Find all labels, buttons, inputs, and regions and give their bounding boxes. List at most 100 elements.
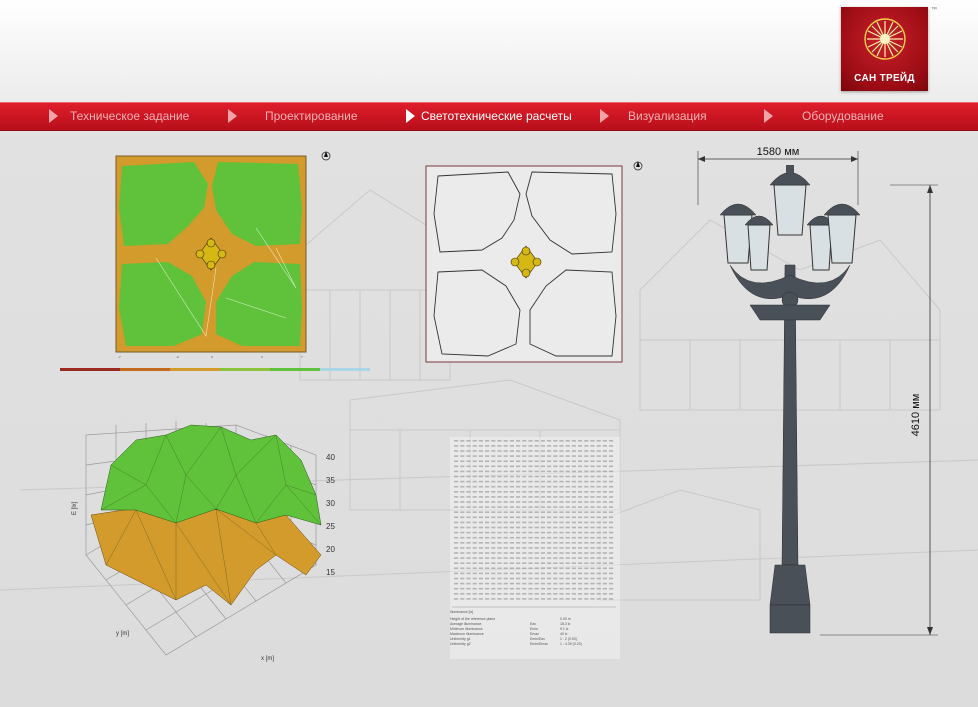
- grid-value-cell: [472, 485, 477, 488]
- grid-value-cell: [540, 572, 545, 575]
- brand-logo[interactable]: ™ САН ТРЕЙД: [841, 7, 937, 91]
- grid-value-cell: [466, 572, 471, 575]
- grid-value-cell: [565, 557, 570, 559]
- grid-value-cell: [602, 542, 607, 544]
- grid-value-cell: [578, 455, 583, 457]
- nav-item-equipment[interactable]: Оборудование: [802, 103, 884, 130]
- grid-value-cell: [584, 536, 589, 539]
- svg-text:25: 25: [326, 522, 335, 531]
- grid-value-cell: [578, 480, 583, 483]
- grid-value-cell: [454, 501, 459, 503]
- grid-value-cell: [571, 526, 576, 529]
- grid-value-cell: [565, 470, 570, 473]
- grid-value-cell: [522, 526, 527, 529]
- grid-value-cell: [522, 562, 527, 564]
- nav-item-design[interactable]: Проектирование: [265, 103, 358, 130]
- grid-value-cell: [503, 511, 508, 513]
- grid-value-cell: [609, 531, 614, 534]
- grid-value-cell: [571, 598, 576, 600]
- grid-value-cell: [602, 526, 607, 529]
- grid-value-cell: [472, 552, 477, 554]
- grid-value-cell: [528, 450, 533, 452]
- grid-value-cell: [454, 516, 459, 519]
- grid-value-cell: [497, 598, 502, 600]
- grid-value-cell: [553, 465, 558, 468]
- grid-value-cell: [491, 567, 496, 570]
- nav-item-visualization[interactable]: Визуализация: [628, 103, 707, 130]
- grid-value-cell: [497, 536, 502, 539]
- svg-text:35: 35: [326, 476, 335, 485]
- grid-value-cell: [460, 440, 465, 442]
- grid-value-cell: [466, 491, 471, 493]
- grid-value-cell: [571, 501, 576, 503]
- grid-value-cell: [609, 542, 614, 544]
- grid-value-cell: [602, 506, 607, 508]
- grid-value-cell: [466, 506, 471, 508]
- grid-value-cell: [491, 450, 496, 452]
- grid-value-cell: [528, 521, 533, 524]
- grid-value-cell: [485, 552, 490, 554]
- grid-value-cell: [460, 582, 465, 585]
- y-axis-label: y [m]: [116, 631, 129, 637]
- nav-item-lighting-calculations[interactable]: Светотехнические расчеты: [421, 103, 572, 130]
- grid-value-cell: [509, 582, 514, 585]
- grid-value-cell: [509, 587, 514, 590]
- grid-value-cell: [559, 455, 564, 457]
- grid-value-cell: [602, 567, 607, 570]
- grid-value-cell: [578, 511, 583, 513]
- grid-value-cell: [472, 567, 477, 570]
- grid-value-cell: [578, 552, 583, 554]
- grid-value-cell: [578, 547, 583, 549]
- grid-value-cell: [534, 501, 539, 503]
- grid-value-cell: [454, 536, 459, 539]
- grid-value-cell: [485, 480, 490, 483]
- grid-value-cell: [485, 440, 490, 442]
- grid-value-cell: [509, 470, 514, 473]
- grid-value-cell: [534, 567, 539, 570]
- grid-value-cell: [590, 450, 595, 452]
- grid-value-cell: [547, 526, 552, 529]
- grid-value-cell: [553, 475, 558, 478]
- grid-value-cell: [503, 491, 508, 493]
- grid-value-cell: [516, 470, 521, 473]
- grid-value-cell: [596, 552, 601, 554]
- grid-value-cell: [547, 567, 552, 570]
- grid-value-cell: [559, 511, 564, 513]
- grid-value-cell: [478, 577, 483, 580]
- grid-value-cell: [491, 577, 496, 580]
- grid-value-cell: [509, 501, 514, 503]
- grid-value-cell: [584, 475, 589, 478]
- grid-value-cell: [559, 542, 564, 544]
- grid-value-cell: [534, 598, 539, 600]
- grid-value-cell: [540, 577, 545, 580]
- grid-value-cell: [571, 506, 576, 508]
- grid-value-cell: [571, 496, 576, 498]
- grid-value-cell: [596, 547, 601, 549]
- illuminance-results-table: Illuminance [lx] Height of the reference…: [450, 437, 620, 659]
- grid-value-cell: [534, 536, 539, 539]
- grid-value-cell: [516, 485, 521, 488]
- grid-value-cell: [497, 470, 502, 473]
- nav-item-technical-task[interactable]: Техническое задание: [70, 103, 189, 130]
- grid-value-cell: [609, 572, 614, 575]
- grid-value-cell: [522, 572, 527, 575]
- grid-value-cell: [596, 587, 601, 590]
- grid-value-cell: [491, 536, 496, 539]
- grid-value-cell: [460, 501, 465, 503]
- grid-value-cell: [491, 562, 496, 564]
- grid-value-cell: [559, 450, 564, 452]
- grid-value-cell: [485, 598, 490, 600]
- grid-value-cell: [485, 526, 490, 529]
- grid-value-cell: [534, 475, 539, 478]
- grid-value-cell: [466, 485, 471, 488]
- grid-value-cell: [534, 460, 539, 462]
- main-navigation: Техническое задание Проектирование Свето…: [0, 102, 978, 131]
- grid-value-cell: [565, 450, 570, 452]
- grid-value-cell: [528, 445, 533, 447]
- grid-value-cell: [602, 557, 607, 559]
- grid-value-cell: [590, 598, 595, 600]
- grid-value-cell: [547, 465, 552, 468]
- grid-value-cell: [497, 526, 502, 529]
- compass-icon: [633, 161, 643, 171]
- grid-value-cell: [466, 501, 471, 503]
